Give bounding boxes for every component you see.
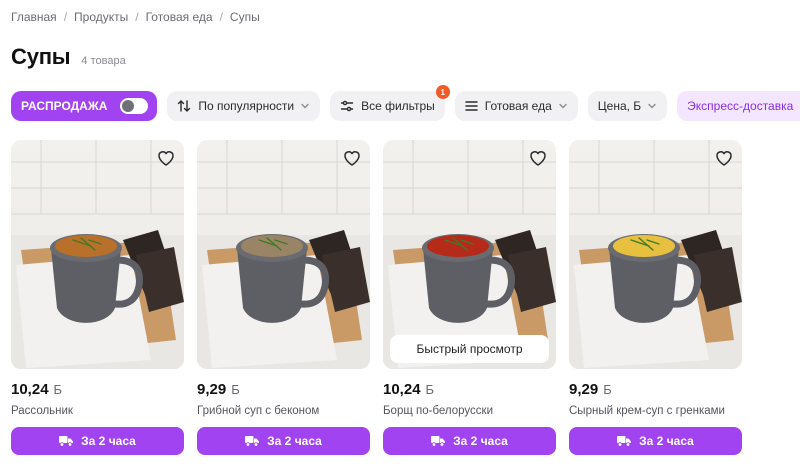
- sort-icon: [177, 99, 191, 113]
- sliders-icon: [340, 99, 354, 113]
- truck-icon: [617, 435, 632, 447]
- currency-sign: Б: [603, 382, 612, 397]
- price-label: Цена, Б: [597, 99, 642, 113]
- currency-sign: Б: [231, 382, 240, 397]
- product-price: 9,29 Б: [197, 381, 370, 398]
- sort-dropdown[interactable]: По популярности: [167, 91, 321, 121]
- delivery-button[interactable]: За 2 часа: [383, 427, 556, 455]
- product-name[interactable]: Грибной суп с беконом: [197, 405, 370, 417]
- breadcrumb-separator: /: [219, 10, 223, 24]
- express-label: Экспресс-доставка: [687, 99, 794, 113]
- sale-toggle-chip[interactable]: РАСПРОДАЖА: [11, 91, 158, 121]
- price-value: 9,29: [569, 381, 599, 398]
- category-dropdown[interactable]: Готовая еда: [454, 91, 578, 121]
- chevron-down-icon: [558, 101, 568, 111]
- toggle-knob: [122, 100, 135, 112]
- product-image[interactable]: Быстрый просмотр: [383, 140, 556, 369]
- currency-sign: Б: [425, 382, 435, 397]
- delivery-button[interactable]: За 2 часа: [11, 427, 184, 455]
- delivery-button[interactable]: За 2 часа: [569, 427, 742, 455]
- price-value: 10,24: [383, 381, 421, 398]
- menu-icon: [465, 100, 478, 112]
- sort-label: По популярности: [198, 99, 295, 113]
- product-image[interactable]: [197, 140, 370, 369]
- product-card[interactable]: 9,29 Б Сырный крем-суп с гренками За 2 ч…: [569, 140, 742, 455]
- breadcrumb-separator: /: [135, 10, 139, 24]
- delivery-label: За 2 часа: [81, 434, 136, 448]
- title-row: Супы 4 товара: [11, 44, 126, 70]
- product-price: 10,24 Б: [383, 381, 556, 398]
- breadcrumb-item-ready-food[interactable]: Готовая еда: [146, 10, 213, 24]
- favorite-heart-icon[interactable]: [156, 148, 176, 168]
- delivery-label: За 2 часа: [267, 434, 322, 448]
- product-card[interactable]: 10,24 Б Рассольник За 2 часа: [11, 140, 184, 455]
- chevron-down-icon: [647, 101, 657, 111]
- truck-icon: [59, 435, 74, 447]
- breadcrumb-item-soups: Супы: [229, 10, 260, 24]
- delivery-label: За 2 часа: [453, 434, 508, 448]
- quick-view-button[interactable]: Быстрый просмотр: [390, 335, 549, 363]
- sale-toggle[interactable]: [120, 98, 149, 114]
- breadcrumb-item-home[interactable]: Главная: [11, 10, 57, 24]
- item-count: 4 товара: [81, 55, 126, 67]
- favorite-heart-icon[interactable]: [528, 148, 548, 168]
- filter-count-badge: 1: [435, 85, 450, 99]
- product-name[interactable]: Борщ по-белорусски: [383, 405, 556, 417]
- breadcrumb-separator: /: [63, 10, 68, 24]
- page-title: Супы: [11, 44, 71, 69]
- filter-bar: РАСПРОДАЖА По популярности Все фильтры 1…: [11, 85, 800, 121]
- product-name[interactable]: Сырный крем-суп с гренками: [569, 405, 742, 417]
- delivery-label: За 2 часа: [639, 434, 694, 448]
- currency-sign: Б: [53, 382, 63, 397]
- truck-icon: [245, 435, 260, 447]
- favorite-heart-icon[interactable]: [714, 148, 734, 168]
- favorite-heart-icon[interactable]: [342, 148, 362, 168]
- breadcrumb-item-products[interactable]: Продукты: [74, 10, 128, 24]
- price-value: 9,29: [197, 381, 227, 398]
- express-delivery-chip[interactable]: Экспресс-доставка ✕: [677, 91, 800, 121]
- product-card[interactable]: Быстрый просмотр 10,24 Б Борщ по-белорус…: [383, 140, 556, 455]
- price-value: 10,24: [11, 381, 49, 398]
- delivery-button[interactable]: За 2 часа: [197, 427, 370, 455]
- product-price: 10,24 Б: [11, 381, 184, 398]
- category-label: Готовая еда: [484, 99, 552, 113]
- product-card[interactable]: 9,29 Б Грибной суп с беконом За 2 часа: [197, 140, 370, 455]
- sale-label: РАСПРОДАЖА: [21, 99, 108, 113]
- all-filters-label: Все фильтры: [361, 99, 435, 113]
- breadcrumb: Главная / Продукты / Готовая еда / Супы: [11, 10, 260, 24]
- all-filters-button[interactable]: Все фильтры 1: [330, 85, 450, 121]
- truck-icon: [431, 435, 446, 447]
- product-name[interactable]: Рассольник: [11, 405, 184, 417]
- product-image[interactable]: [11, 140, 184, 369]
- price-dropdown[interactable]: Цена, Б: [587, 91, 668, 121]
- product-price: 9,29 Б: [569, 381, 742, 398]
- product-grid: 10,24 Б Рассольник За 2 часа 9,29 Б Гриб…: [11, 140, 755, 455]
- chevron-down-icon: [300, 101, 310, 111]
- product-image[interactable]: [569, 140, 742, 369]
